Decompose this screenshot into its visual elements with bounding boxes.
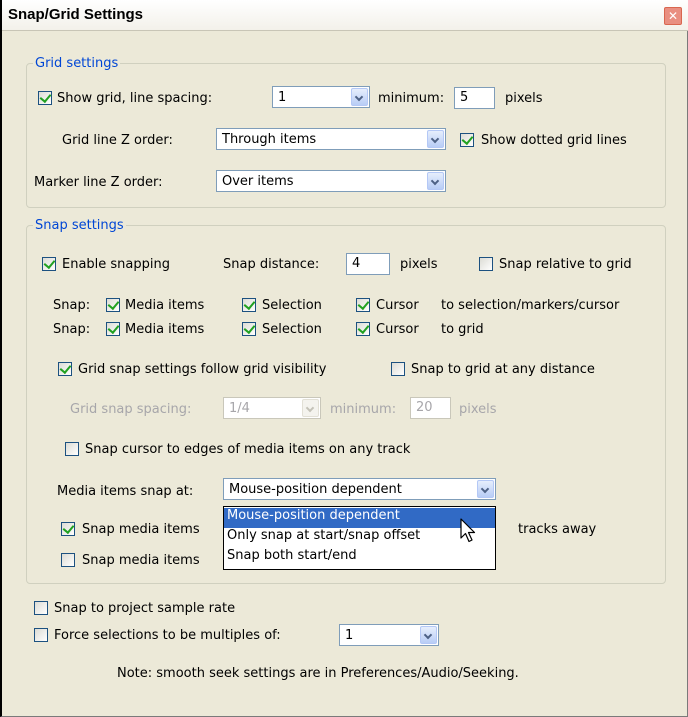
z-order-select[interactable]: Through items [216, 128, 446, 150]
chevron-down-icon[interactable] [477, 480, 494, 498]
chevron-down-icon[interactable] [427, 172, 444, 190]
snap-distance-label: Snap distance: [223, 257, 320, 272]
close-button[interactable]: ✕ [664, 7, 682, 25]
force-multiples-select[interactable]: 1 [339, 624, 439, 646]
snap-distance-input[interactable]: 4 [346, 253, 390, 275]
snap-settings-legend: Snap settings [35, 218, 124, 233]
chevron-down-icon[interactable] [351, 88, 368, 106]
chevron-down-icon[interactable] [302, 399, 319, 417]
marker-z-order-select[interactable]: Over items [216, 170, 446, 192]
force-multiples-value: 1 [345, 628, 354, 643]
snap-edges-label: Snap cursor to edges of media items on a… [85, 442, 411, 457]
grid-settings-legend: Grid settings [35, 56, 119, 71]
z-order-value: Through items [222, 132, 317, 147]
snap-distance-pixels-label: pixels [400, 257, 438, 272]
snap-media-items-1-checkbox[interactable] [61, 522, 75, 536]
snap-any-distance-checkbox[interactable] [391, 362, 405, 376]
grid-pixels-label: pixels [505, 91, 543, 106]
grid-snap-pixels-label: pixels [459, 402, 497, 417]
grid-snap-spacing-value: 1/4 [229, 401, 250, 416]
snap-row1-target-label: to selection/markers/cursor [441, 298, 620, 313]
dotted-grid-label: Show dotted grid lines [481, 133, 627, 148]
show-grid-checkbox[interactable] [38, 91, 52, 105]
media-snap-at-label: Media items snap at: [57, 484, 194, 499]
grid-snap-minimum-label: minimum: [330, 402, 397, 417]
snap-edges-checkbox[interactable] [65, 442, 79, 456]
dropdown-option-mouse-position[interactable]: Mouse-position dependent [224, 508, 495, 528]
z-order-label: Grid line Z order: [62, 133, 173, 148]
grid-minimum-label: minimum: [378, 91, 445, 106]
grid-snap-spacing-select[interactable]: 1/4 [223, 397, 321, 419]
snap-row2-selection-checkbox[interactable] [242, 322, 256, 336]
snap-grid-settings-window: Snap/Grid Settings ✕ Grid settings Show … [0, 0, 688, 717]
snap-row2-target-label: to grid [441, 322, 484, 337]
snap-row2-cursor-checkbox[interactable] [356, 322, 370, 336]
snap-sample-rate-checkbox[interactable] [34, 601, 48, 615]
snap-row2-label: Snap: [53, 322, 91, 337]
chevron-down-icon[interactable] [427, 130, 444, 148]
snap-row1-media-checkbox[interactable] [106, 298, 120, 312]
media-snap-at-dropdown: Mouse-position dependent Only snap at st… [223, 506, 496, 570]
enable-snapping-checkbox[interactable] [42, 257, 56, 271]
snap-row2-selection-label: Selection [262, 322, 322, 337]
enable-snapping-label: Enable snapping [62, 257, 170, 272]
snap-row1-cursor-label: Cursor [376, 298, 419, 313]
snap-media-items-1-suffix: tracks away [518, 522, 597, 537]
force-multiples-checkbox[interactable] [34, 628, 48, 642]
media-snap-at-value: Mouse-position dependent [229, 482, 402, 497]
snap-any-distance-label: Snap to grid at any distance [411, 362, 595, 377]
follow-visibility-label: Grid snap settings follow grid visibilit… [78, 362, 327, 377]
grid-snap-minimum-input[interactable]: 20 [410, 397, 451, 419]
mouse-pointer-icon [460, 518, 476, 543]
snap-row2-media-label: Media items [125, 322, 205, 337]
marker-z-order-label: Marker line Z order: [34, 175, 163, 190]
grid-snap-spacing-label: Grid snap spacing: [70, 402, 192, 417]
snap-row1-selection-label: Selection [262, 298, 322, 313]
marker-z-order-value: Over items [222, 174, 294, 189]
chevron-down-icon[interactable] [420, 626, 437, 644]
force-multiples-label: Force selections to be multiples of: [54, 628, 281, 643]
follow-visibility-checkbox[interactable] [58, 362, 72, 376]
snap-row1-cursor-checkbox[interactable] [356, 298, 370, 312]
snap-media-items-2-label: Snap media items [82, 553, 200, 568]
snap-relative-label: Snap relative to grid [499, 257, 632, 272]
show-grid-label: Show grid, line spacing: [57, 91, 213, 106]
line-spacing-select[interactable]: 1 [272, 86, 370, 108]
title-bar[interactable]: Snap/Grid Settings ✕ [2, 0, 688, 31]
grid-minimum-input[interactable]: 5 [454, 87, 495, 109]
dropdown-option-both-start-end[interactable]: Snap both start/end [224, 548, 495, 568]
smooth-seek-note: Note: smooth seek settings are in Prefer… [117, 666, 519, 681]
snap-row1-media-label: Media items [125, 298, 205, 313]
close-icon: ✕ [667, 9, 679, 23]
dotted-grid-checkbox[interactable] [460, 133, 474, 147]
snap-relative-checkbox[interactable] [479, 257, 493, 271]
snap-row1-selection-checkbox[interactable] [242, 298, 256, 312]
dropdown-option-start-snap-offset[interactable]: Only snap at start/snap offset [224, 528, 495, 548]
window-title: Snap/Grid Settings [8, 6, 144, 23]
snap-media-items-2-checkbox[interactable] [61, 553, 75, 567]
snap-media-items-1-label: Snap media items [82, 522, 200, 537]
snap-row2-media-checkbox[interactable] [106, 322, 120, 336]
media-snap-at-select[interactable]: Mouse-position dependent [223, 478, 496, 500]
snap-row1-label: Snap: [53, 298, 91, 313]
snap-sample-rate-label: Snap to project sample rate [54, 601, 236, 616]
snap-row2-cursor-label: Cursor [376, 322, 419, 337]
line-spacing-value: 1 [278, 90, 287, 105]
